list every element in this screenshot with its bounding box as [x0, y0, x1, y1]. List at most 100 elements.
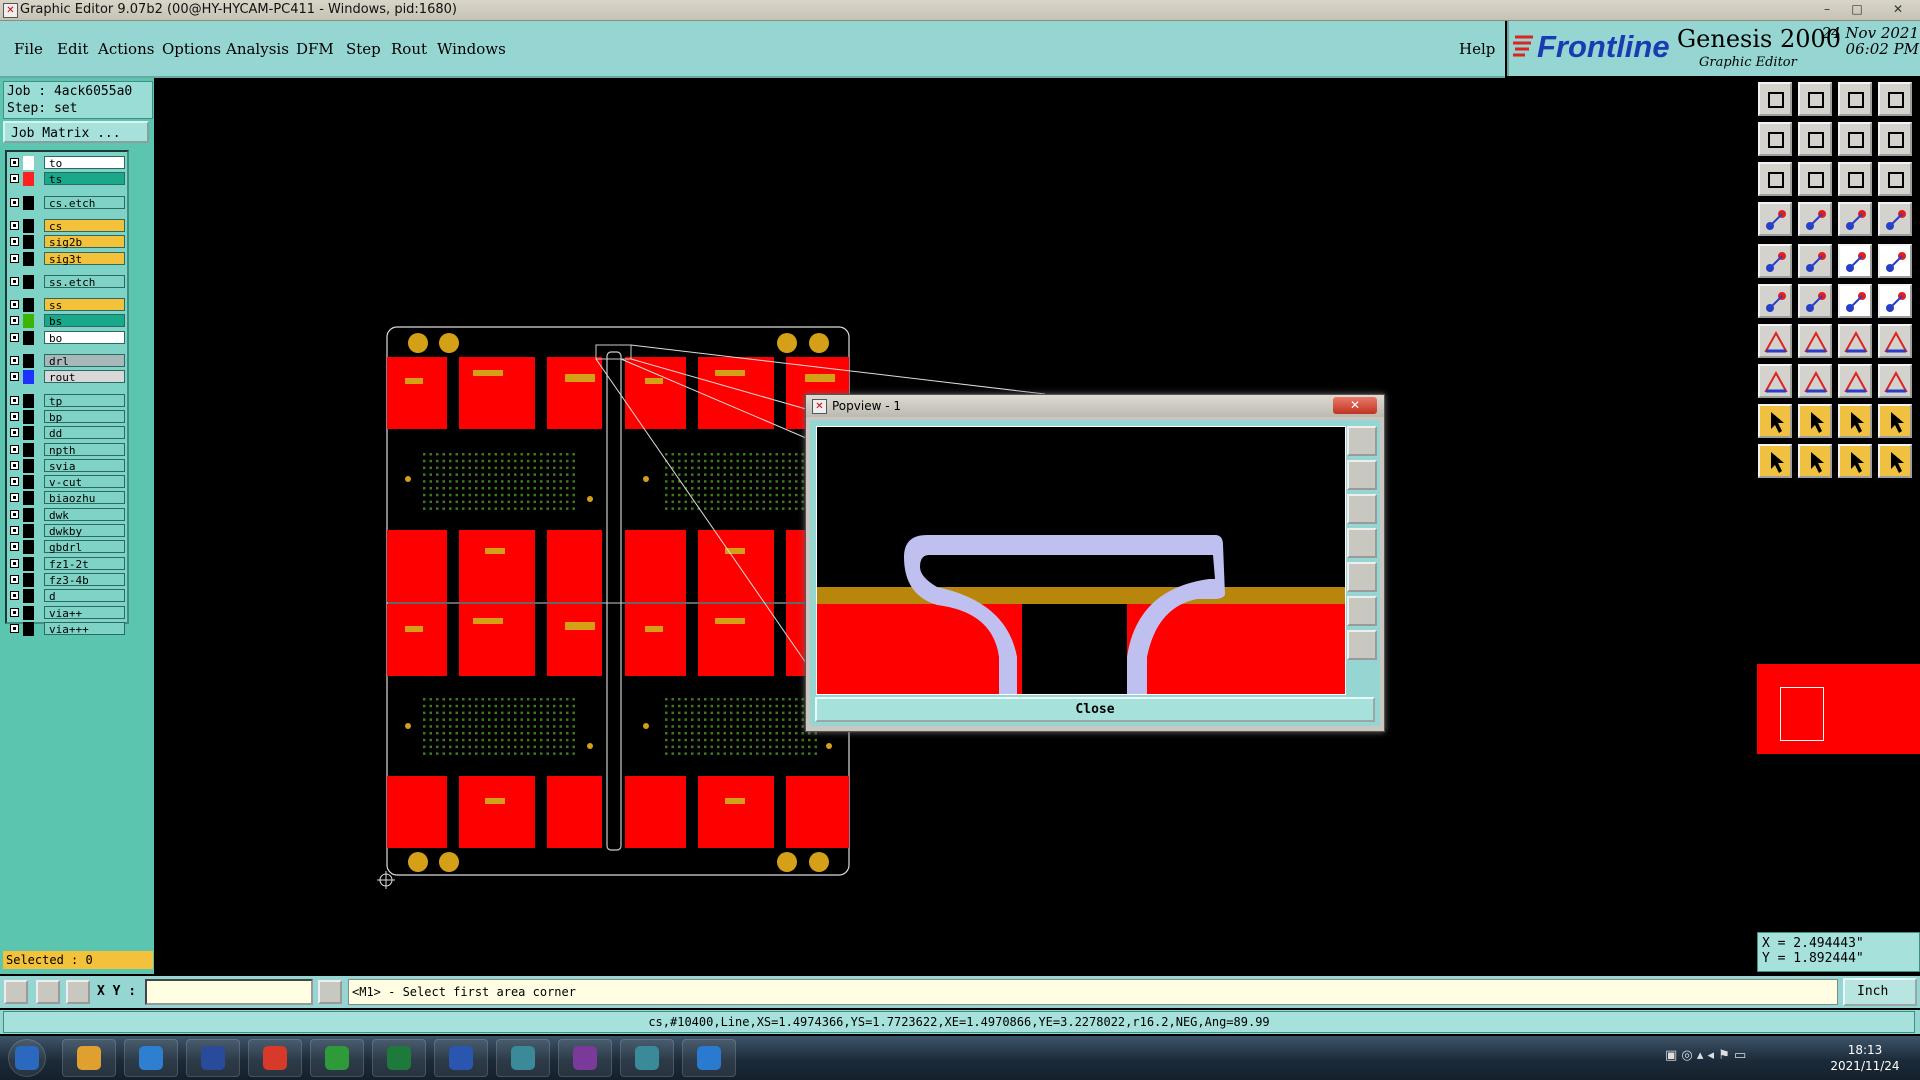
layer-name[interactable]: bp [44, 409, 125, 424]
notepad-taskbar-icon[interactable] [124, 1039, 178, 1077]
tri2-tool-icon[interactable] [1798, 404, 1832, 438]
menu-actions[interactable]: Actions [98, 40, 154, 58]
overview-map[interactable] [1757, 664, 1920, 754]
pointer2-tool-icon[interactable] [1798, 444, 1832, 478]
layer-checkbox[interactable] [10, 477, 19, 487]
ratio-tool-icon[interactable] [1838, 162, 1872, 196]
menu-analysis[interactable]: Analysis [226, 40, 289, 58]
layer-row-fz1-2t[interactable]: fz1-2t [7, 556, 125, 571]
layer-checkbox[interactable] [10, 411, 19, 421]
layer-name[interactable]: v-cut [44, 475, 125, 489]
layer-row-to[interactable]: to [7, 156, 125, 170]
layer-checkbox[interactable] [10, 356, 19, 365]
layer-row-gbdrl[interactable]: gbdrl [7, 540, 125, 555]
tri4-tool-icon[interactable] [1878, 404, 1912, 438]
layer-row-dwk[interactable]: dwk [7, 507, 125, 522]
layer-name[interactable]: dwk [44, 507, 125, 522]
measure-tool-icon[interactable] [1758, 244, 1792, 278]
layer-checkbox[interactable] [10, 591, 19, 601]
layer-checkbox[interactable] [10, 197, 19, 207]
unit-selector[interactable]: Inch [1843, 978, 1917, 1006]
probe-tool-icon[interactable] [1878, 202, 1912, 236]
layer-checkbox[interactable] [10, 237, 19, 247]
ruler-tool-icon[interactable] [1838, 244, 1872, 278]
close-window-button[interactable]: ✕ [1880, 1, 1916, 17]
layer-name[interactable]: gbdrl [44, 540, 125, 554]
green-p-taskbar-icon[interactable] [310, 1039, 364, 1077]
eye-app-2-taskbar-icon[interactable] [620, 1039, 674, 1077]
layer-checkbox[interactable] [10, 542, 19, 552]
layer-name[interactable]: svia [44, 458, 125, 473]
layer-row-via+++[interactable]: via+++ [7, 621, 125, 636]
layer-checkbox[interactable] [10, 444, 19, 454]
link-tool-icon[interactable] [1878, 284, 1912, 318]
layer-name[interactable]: sig3t [44, 251, 125, 266]
layer-checkbox[interactable] [10, 158, 19, 167]
layer-name[interactable]: cs [44, 218, 125, 233]
layer-checkbox[interactable] [10, 574, 19, 584]
layer-row-v-cut[interactable]: v-cut [7, 475, 125, 490]
layer-row-d[interactable]: d [7, 589, 125, 604]
popview-tool-button-3[interactable] [1347, 494, 1377, 524]
menu-dfm[interactable]: DFM [296, 40, 334, 58]
pointer1-tool-icon[interactable] [1758, 444, 1792, 478]
layer-row-biaozhu[interactable]: biaozhu [7, 491, 125, 506]
layer-checkbox[interactable] [10, 332, 19, 342]
tri1-tool-icon[interactable] [1758, 404, 1792, 438]
cursor-tool-button[interactable] [318, 980, 342, 1004]
line-slant-tool-icon[interactable] [1798, 324, 1832, 358]
dash-tool-icon[interactable] [1798, 364, 1832, 398]
layer-checkbox[interactable] [10, 558, 19, 568]
home-tool-icon[interactable] [1838, 82, 1872, 116]
menu-rout[interactable]: Rout [391, 40, 427, 58]
cross-tool-icon[interactable] [1798, 284, 1832, 318]
menu-help[interactable]: Help [1459, 40, 1495, 58]
paint-shell-taskbar-icon[interactable] [62, 1039, 116, 1077]
layer-checkbox[interactable] [10, 526, 19, 535]
layer-row-bs[interactable]: bs [7, 314, 125, 329]
popview-tool-button-7[interactable] [1347, 630, 1377, 660]
system-clock[interactable]: 18:13 2021/11/24 [1815, 1042, 1915, 1074]
messenger-taskbar-icon[interactable] [682, 1039, 736, 1077]
layer-checkbox[interactable] [10, 253, 19, 263]
layer-row-rout[interactable]: rout [7, 370, 125, 385]
layer-row-fz3-4b[interactable]: fz3-4b [7, 572, 125, 587]
shape-tool-icon[interactable] [1798, 244, 1832, 278]
layer-name[interactable]: ts [44, 172, 125, 186]
popview-canvas[interactable] [816, 426, 1346, 695]
minimize-button[interactable]: – [1816, 1, 1838, 17]
measure-mode-button[interactable] [36, 980, 60, 1004]
layer-checkbox[interactable] [10, 607, 19, 617]
red-app-taskbar-icon[interactable] [248, 1039, 302, 1077]
overview-viewport[interactable] [1780, 687, 1824, 741]
layer-row-ts[interactable]: ts [7, 172, 125, 187]
layer-checkbox[interactable] [10, 493, 19, 503]
save-disk-taskbar-icon[interactable] [186, 1039, 240, 1077]
layer-row-dd[interactable]: dd [7, 426, 125, 441]
layer-name[interactable]: dwkby [44, 524, 125, 538]
layer-name[interactable]: dd [44, 426, 125, 440]
box-tool-icon[interactable] [1838, 364, 1872, 398]
system-tray[interactable]: ▣ ◎ ▴ ◂ ⚑ ▭ [1665, 1048, 1805, 1068]
layer-row-cs[interactable]: cs [7, 218, 125, 233]
menu-file[interactable]: File [14, 40, 43, 58]
layer-name[interactable]: via+++ [44, 621, 125, 636]
layer-checkbox[interactable] [10, 395, 19, 405]
layers-tool-icon[interactable] [1758, 202, 1792, 236]
layer-checkbox[interactable] [10, 174, 19, 184]
menu-edit[interactable]: Edit [57, 40, 88, 58]
layer-name[interactable]: npth [44, 442, 125, 457]
dot-tool-icon[interactable] [1878, 244, 1912, 278]
help-tool-icon[interactable] [1878, 162, 1912, 196]
fit-tool-icon[interactable] [1758, 162, 1792, 196]
split-tool-icon[interactable] [1878, 122, 1912, 156]
layer-row-npth[interactable]: npth [7, 442, 125, 457]
start-orb-taskbar-icon[interactable] [8, 1039, 46, 1077]
layer-row-svia[interactable]: svia [7, 458, 125, 473]
pointer3-tool-icon[interactable] [1838, 444, 1872, 478]
popview-close-button[interactable]: Close [815, 697, 1375, 722]
popview-tool-button-5[interactable] [1347, 562, 1377, 592]
tri3-tool-icon[interactable] [1838, 404, 1872, 438]
layer-row-cs.etch[interactable]: cs.etch [7, 195, 125, 210]
popview-tool-button-4[interactable] [1347, 528, 1377, 558]
